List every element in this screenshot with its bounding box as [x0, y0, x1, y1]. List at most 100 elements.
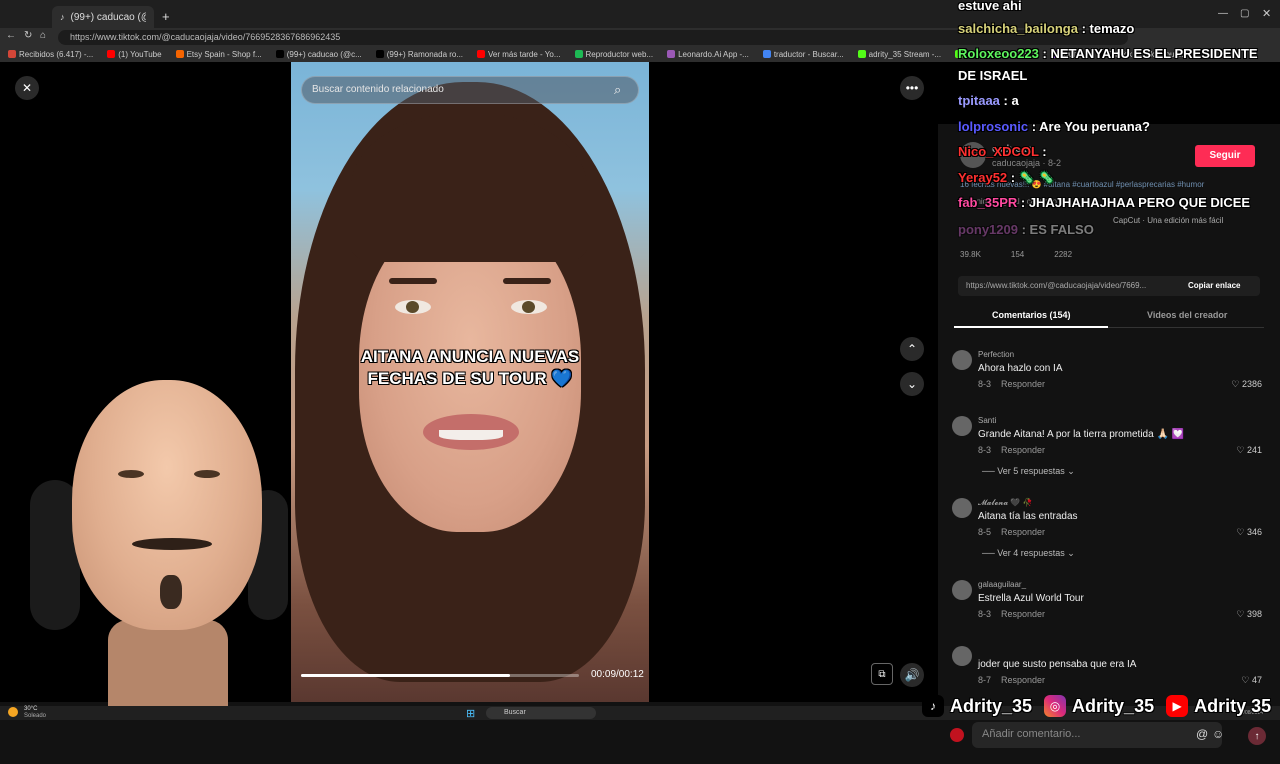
comment-likes[interactable]: ♡ 47 [1241, 675, 1262, 686]
search-icon[interactable]: ⌕ [614, 82, 621, 98]
bookmark-item[interactable]: Leonardo.Ai App -... [667, 50, 749, 59]
more-options-button[interactable]: ••• [900, 76, 924, 100]
browser-tab[interactable]: ♪ (99+) caducao (@caducaojaj... [52, 6, 154, 28]
reply-button[interactable]: Responder [1001, 379, 1045, 389]
reply-button[interactable]: Responder [1001, 445, 1045, 455]
bookmark-item[interactable]: adrity_35 Stream -... [857, 49, 942, 59]
home-icon[interactable]: ⌂ [40, 30, 46, 41]
reply-button[interactable]: Responder [1001, 609, 1045, 619]
previous-video-button[interactable]: ⌃ [900, 337, 924, 361]
send-comment-button[interactable]: ↑ [1248, 727, 1266, 745]
bookmark-label: adrity_35 Stream -... [868, 49, 942, 59]
chat-message: lolprosonic : Are You peruana? [958, 119, 1150, 134]
bookmark-item[interactable]: Ver más tarde - Yo... [477, 50, 561, 59]
pip-icon[interactable]: ⧉ [871, 663, 893, 685]
bookmark-favicon-icon [477, 50, 486, 58]
bookmark-item[interactable]: Reproductor web... [574, 50, 653, 59]
comment-meta: 8-3 Responder [978, 445, 1045, 455]
like-count: 47 [1251, 675, 1262, 685]
comment-input[interactable]: Añadir comentario... @ ☺ [972, 722, 1224, 748]
comment-username[interactable]: Perfection [978, 350, 1014, 359]
bookmark-favicon-icon [857, 50, 866, 58]
tiktok-icon: ♪ [922, 695, 944, 717]
comment-username[interactable] [978, 646, 982, 655]
bookmark-item[interactable]: traductor - Buscar... [762, 50, 844, 59]
likes-count[interactable]: 39.8K [960, 250, 981, 259]
stats-row: 39.8K 154 2282 [960, 250, 1072, 259]
comments-count[interactable]: 154 [1011, 250, 1024, 259]
share-link-box: https://www.tiktok.com/@caducaojaja/vide… [958, 276, 1260, 296]
streamer-mustache [132, 538, 212, 550]
user-avatar [950, 728, 964, 742]
comment-text: joder que susto pensaba que era IA [978, 659, 1137, 670]
view-replies-button[interactable]: ── Ver 5 respuestas ⌄ [982, 466, 1075, 477]
new-tab-button[interactable]: + [162, 9, 170, 24]
tab-creator-videos[interactable]: Videos del creador [1147, 310, 1227, 320]
left-brow [389, 278, 437, 284]
related-search-field[interactable]: Buscar contenido relacionado ⌕ [301, 76, 639, 104]
comment-meta: 8-3 Responder [978, 379, 1045, 389]
video-player[interactable]: Buscar contenido relacionado ⌕ AITANA AN… [291, 62, 649, 702]
bookmark-favicon-icon [175, 50, 184, 58]
comment-avatar[interactable] [952, 350, 972, 370]
comment-likes[interactable]: ♡ 241 [1236, 445, 1262, 456]
comment-meta: 8-3 Responder [978, 609, 1045, 619]
share-link: https://www.tiktok.com/@caducaojaja/vide… [966, 281, 1147, 290]
view-replies-label: Ver 4 respuestas ⌄ [997, 548, 1075, 558]
copy-link-button[interactable]: Copiar enlace [1188, 281, 1240, 290]
bookmark-item[interactable]: Etsy Spain - Shop f... [175, 50, 262, 59]
comment-placeholder: Añadir comentario... [982, 728, 1081, 740]
chat-message: pony1209 : ES FALSO [958, 222, 1094, 237]
close-video-button[interactable]: ✕ [15, 76, 39, 100]
bookmark-favicon-icon [8, 50, 16, 58]
chat-message: Nico_XDCOL : [958, 144, 1047, 159]
streamer-eye-left [118, 470, 144, 478]
chat-text: : Are You peruana? [1031, 119, 1150, 134]
bookmark-item[interactable]: (99+) Ramonada ro... [375, 50, 463, 59]
heart-icon: ♡ [1236, 527, 1247, 537]
youtube-icon: ▶ [1166, 695, 1189, 717]
comment-avatar[interactable] [952, 498, 972, 518]
reload-icon[interactable]: ↻ [24, 30, 32, 41]
comment-username[interactable]: Santi [978, 416, 996, 425]
mention-icon[interactable]: @ [1196, 727, 1208, 741]
view-replies-button[interactable]: ── Ver 4 respuestas ⌄ [982, 548, 1075, 559]
bookmark-item[interactable]: (1) YouTube [107, 49, 162, 59]
reply-button[interactable]: Responder [1001, 675, 1045, 685]
tab-label: (99+) caducao (@caducaojaj... [70, 11, 147, 23]
stream-chat-overlay: estuve ahi salchicha_bailonga : temazo Rol… [958, 0, 1280, 237]
tab-active-indicator [954, 326, 1108, 328]
right-eye [511, 300, 547, 314]
weather-temp: 30°C [24, 706, 38, 712]
taskbar-search[interactable]: Buscar [486, 707, 596, 719]
chat-username: tpitaaa [958, 93, 1000, 108]
weather-icon [8, 707, 18, 717]
bookmark-item[interactable]: Recibidos (6.417) -... [8, 50, 93, 59]
chat-username: fab_35PR [958, 195, 1018, 210]
bookmark-label: (1) YouTube [118, 49, 162, 59]
bookmark-item[interactable]: (99+) caducao (@c... [275, 50, 362, 59]
comment-date: 8-3 [978, 379, 992, 389]
saves-count[interactable]: 2282 [1054, 250, 1072, 259]
comment-likes[interactable]: ♡ 398 [1236, 609, 1262, 620]
comment-avatar[interactable] [952, 646, 972, 666]
tab-comments[interactable]: Comentarios (154) [992, 310, 1071, 320]
right-brow [503, 278, 551, 284]
chat-text: : a [1003, 93, 1019, 108]
comment-likes[interactable]: ♡ 346 [1236, 527, 1262, 538]
comment-username[interactable]: galaaguilaar_ [978, 580, 1026, 589]
comment-username[interactable]: 𝓜𝓪𝓵𝓮𝓷𝓪 🖤 🥀 [978, 498, 1033, 508]
comment-likes[interactable]: ♡ 2386 [1231, 379, 1262, 390]
video-progress-bar[interactable] [301, 674, 579, 677]
comment-avatar[interactable] [952, 416, 972, 436]
panel-tabs: Comentarios (154) Videos del creador [954, 306, 1264, 328]
emoji-icon[interactable]: ☺ [1212, 727, 1224, 741]
chat-text: : temazo [1081, 21, 1135, 36]
reply-button[interactable]: Responder [1001, 527, 1045, 537]
comment-avatar[interactable] [952, 580, 972, 600]
start-icon[interactable]: ⊞ [466, 707, 475, 720]
volume-icon[interactable]: 🔊 [900, 663, 924, 687]
back-icon[interactable]: ← [6, 30, 16, 41]
chat-message: fab_35PR : JHAJHAHAJHAA PERO QUE DICEE [958, 195, 1250, 210]
next-video-button[interactable]: ⌄ [900, 372, 924, 396]
